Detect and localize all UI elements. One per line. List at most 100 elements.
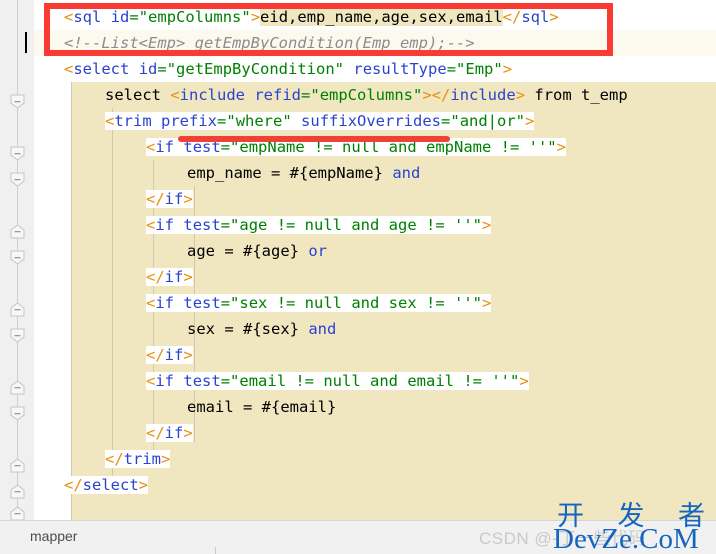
line-empname-expr[interactable]: emp_name = #{empName} and [34,160,420,186]
fold-marker-if-1-icon[interactable] [10,172,25,187]
code-token: if [155,216,175,234]
code-token: </ [431,86,451,104]
code-token: < [105,112,115,130]
code-token: test [183,294,221,312]
fold-marker-bottom-icon[interactable] [10,506,25,521]
fold-marker-if-1-end-icon[interactable] [10,224,25,239]
fold-marker-select-end-icon[interactable] [10,484,25,499]
code-token: age = #{age} [187,242,309,260]
code-token: </ [146,346,165,364]
code-token: select [82,476,139,494]
editor-window: <sql id="empColumns">eid,emp_name,age,se… [0,0,716,554]
fold-marker-if-4-icon[interactable] [10,406,25,421]
code-token: trim [114,112,152,130]
code-token: trim [123,450,161,468]
code-token: if [155,372,175,390]
fold-marker-if-3-end-icon[interactable] [10,380,25,395]
code-token: = [220,216,231,234]
code-token: prefix [161,112,218,130]
fold-marker-if-2-end-icon[interactable] [10,302,25,317]
line-select-include[interactable]: select <include refid="empColumns"></inc… [34,82,628,108]
code-token: </ [146,424,165,442]
line-select-close[interactable]: </select> [34,472,149,498]
code-token: "empColumns" [138,8,251,26]
line-age-expr[interactable]: age = #{age} or [34,238,327,264]
code-token: = [217,112,227,130]
code-token [174,216,184,234]
line-trim-open[interactable]: <trim prefix="where" suffixOverrides="an… [34,108,535,134]
code-token: if [164,268,184,286]
breadcrumb[interactable]: mapper [30,528,77,544]
code-token: test [183,372,221,390]
code-token: > [250,8,261,26]
code-token: emp_name = #{empName} [187,164,393,182]
fold-marker-if-2-icon[interactable] [10,250,25,265]
line-if-close-1[interactable]: </if> [34,186,193,212]
code-editor-surface[interactable]: <sql id="empColumns">eid,emp_name,age,se… [34,0,716,520]
line-if-close-4[interactable]: </if> [34,420,193,446]
code-token: > [183,424,193,442]
code-token: "age != null and age != ''" [230,216,482,234]
line-sex-expr[interactable]: sex = #{sex} and [34,316,336,342]
line-trim-close[interactable]: </trim> [34,446,171,472]
fold-marker-trim-end-icon[interactable] [10,458,25,473]
code-token: select [73,60,130,78]
text-caret [25,32,27,53]
code-token: </ [64,476,83,494]
code-token: and [392,164,421,182]
devze-watermark-en: DevZe.CoM [553,523,699,554]
code-token [174,294,184,312]
line-comment[interactable]: <!--List<Emp> getEmpByCondition(Emp emp)… [34,30,475,56]
code-token: and [308,320,337,338]
status-bar-divider-vertical [215,547,216,554]
line-if-sex[interactable]: <if test="sex != null and sex != ''"> [34,290,492,316]
code-token: <!--List<Emp> getEmpByCondition(Emp emp)… [64,34,475,52]
code-token: suffixOverrides [301,112,442,130]
code-token: < [146,138,156,156]
code-token: > [161,450,171,468]
line-if-empname[interactable]: <if test="empName != null and empName !=… [34,134,566,160]
code-token: include [179,86,245,104]
code-token: > [482,216,492,234]
code-token: = [220,294,231,312]
code-token: sex = #{sex} [187,320,309,338]
code-token: refid [254,86,302,104]
fold-marker-trim-icon[interactable] [10,146,25,161]
code-token: </ [502,8,522,26]
fold-marker-select-icon[interactable] [10,94,25,109]
code-token [174,372,184,390]
code-token: > [138,476,149,494]
code-token: "and|or" [450,112,526,130]
line-if-close-3[interactable]: </if> [34,342,193,368]
code-token: </ [105,450,124,468]
code-folding-gutter[interactable] [0,0,35,521]
code-token: from t_emp [525,86,628,104]
code-token: test [183,138,221,156]
code-token: or [308,242,327,260]
code-token: > [519,372,529,390]
code-token: "getEmpByCondition" [166,60,345,78]
code-token: test [183,216,221,234]
line-if-age[interactable]: <if test="age != null and age != ''"> [34,212,492,238]
line-if-email[interactable]: <if test="email != null and email != ''"… [34,368,529,394]
line-sql[interactable]: <sql id="empColumns">eid,emp_name,age,se… [34,4,559,30]
code-token [291,112,302,130]
line-email-expr[interactable]: email = #{email} [34,394,336,420]
code-token: > [183,346,193,364]
code-token: include [450,86,516,104]
code-token: sql [521,8,550,26]
code-token: if [164,346,184,364]
code-token: > [515,86,526,104]
line-select-open[interactable]: <select id="getEmpByCondition" resultTyp… [34,56,513,82]
fold-marker-if-3-icon[interactable] [10,328,25,343]
code-token: if [155,294,175,312]
code-token: id [138,60,158,78]
code-token: = [220,372,231,390]
code-token: = [446,60,457,78]
code-token: email = #{email} [187,398,337,416]
code-token: "sex != null and sex != ''" [230,294,482,312]
line-if-close-2[interactable]: </if> [34,264,193,290]
code-token: "empName != null and empName != ''" [230,138,557,156]
code-token: </ [146,190,165,208]
